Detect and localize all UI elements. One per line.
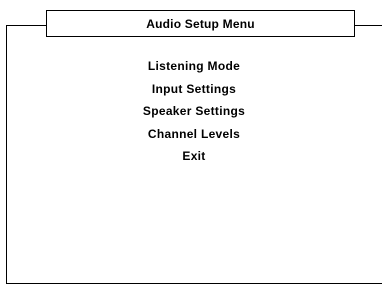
audio-setup-menu-list: Listening Mode Input Settings Speaker Se… <box>6 55 382 168</box>
menu-title: Audio Setup Menu <box>146 16 255 31</box>
menu-item-input-settings[interactable]: Input Settings <box>6 78 382 101</box>
menu-item-listening-mode[interactable]: Listening Mode <box>6 55 382 78</box>
menu-item-speaker-settings[interactable]: Speaker Settings <box>6 100 382 123</box>
menu-item-channel-levels[interactable]: Channel Levels <box>6 123 382 146</box>
menu-item-exit[interactable]: Exit <box>6 145 382 168</box>
menu-title-box: Audio Setup Menu <box>46 10 355 37</box>
